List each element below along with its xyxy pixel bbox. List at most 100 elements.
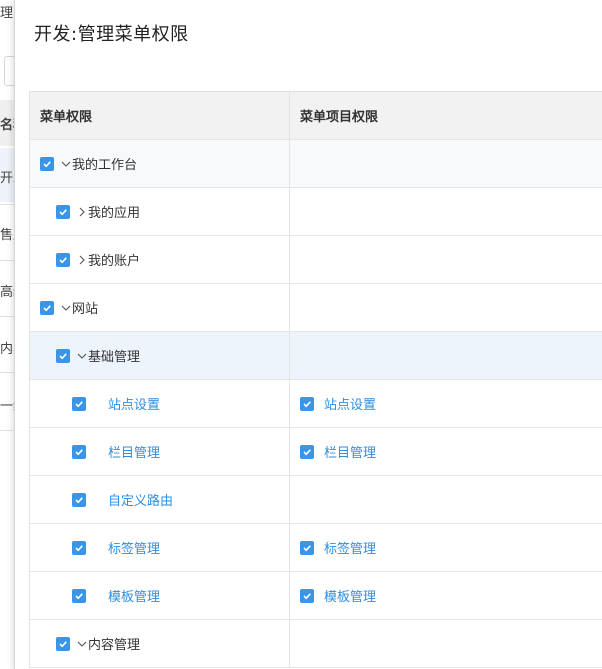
- check-icon: [59, 208, 67, 215]
- menu-checkbox[interactable]: [56, 348, 70, 363]
- check-icon: [43, 304, 51, 311]
- menu-checkbox[interactable]: [56, 252, 70, 267]
- header-menu-item-permission: 菜单项目权限: [300, 110, 379, 125]
- menu-item-cell: 站点设置: [290, 380, 602, 427]
- check-icon: [303, 544, 311, 551]
- background-text: 一级: [0, 399, 14, 414]
- chevron-right-icon[interactable]: [76, 254, 88, 266]
- check-icon: [303, 592, 311, 599]
- menu-checkbox[interactable]: [56, 636, 70, 651]
- check-icon: [303, 400, 311, 407]
- permission-table: 菜单权限 菜单项目权限 我的工作台 我的应用 我的账户 网站 基础管理 站点设置…: [29, 91, 602, 668]
- chevron-down-icon[interactable]: [60, 302, 72, 314]
- background-text: 名称: [0, 118, 14, 133]
- table-header-row: 菜单权限 菜单项目权限: [30, 92, 602, 140]
- menu-cell: 自定义路由: [30, 476, 290, 523]
- item-label: 标签管理: [324, 542, 377, 557]
- table-row: 标签管理 标签管理: [30, 524, 602, 572]
- check-icon: [75, 448, 83, 455]
- item-label: 模板管理: [324, 590, 377, 605]
- menu-label: 内容管理: [88, 638, 141, 653]
- menu-checkbox[interactable]: [72, 588, 86, 603]
- menu-cell: 模板管理: [30, 572, 290, 619]
- menu-item-cell: [290, 620, 602, 667]
- menu-cell: 标签管理: [30, 524, 290, 571]
- menu-item-cell: [290, 188, 602, 235]
- background-text: 内容: [0, 342, 14, 357]
- menu-cell: 站点设置: [30, 380, 290, 427]
- menu-cell: 网站: [30, 284, 290, 331]
- background-text: 售后: [0, 228, 14, 243]
- background-text: 开发: [0, 171, 14, 186]
- check-icon: [43, 160, 51, 167]
- menu-cell: 我的工作台: [30, 140, 290, 187]
- header-menu-permission: 菜单权限: [30, 92, 290, 139]
- background-divider: [0, 204, 14, 205]
- table-row: 我的账户: [30, 236, 602, 284]
- table-row: 我的工作台: [30, 140, 602, 188]
- table-row: 内容管理: [30, 620, 602, 668]
- check-icon: [59, 256, 67, 263]
- check-icon: [75, 496, 83, 503]
- dialog-title: 开发:管理菜单权限: [34, 24, 189, 45]
- menu-checkbox[interactable]: [72, 492, 86, 507]
- menu-label[interactable]: 站点设置: [108, 394, 160, 413]
- item-label: 栏目管理: [324, 446, 377, 461]
- table-row: 栏目管理 栏目管理: [30, 428, 602, 476]
- menu-cell: 栏目管理: [30, 428, 290, 475]
- menu-checkbox[interactable]: [56, 204, 70, 219]
- menu-checkbox[interactable]: [72, 540, 86, 555]
- menu-item-cell: 栏目管理: [290, 428, 602, 475]
- background-divider: [0, 372, 14, 373]
- check-icon: [59, 352, 67, 359]
- menu-item-cell: [290, 140, 602, 187]
- table-row: 我的应用: [30, 188, 602, 236]
- menu-label[interactable]: 标签管理: [108, 538, 160, 557]
- menu-label[interactable]: 模板管理: [108, 586, 160, 605]
- check-icon: [75, 592, 83, 599]
- menu-item-cell: [290, 476, 602, 523]
- menu-label: 网站: [72, 302, 99, 317]
- table-row: 模板管理 模板管理: [30, 572, 602, 620]
- item-checkbox[interactable]: [300, 588, 314, 603]
- background-search-box: [4, 56, 14, 86]
- chevron-down-icon[interactable]: [60, 158, 72, 170]
- menu-label[interactable]: 自定义路由: [108, 490, 173, 509]
- check-icon: [75, 400, 83, 407]
- table-row: 网站: [30, 284, 602, 332]
- background-divider: [0, 430, 14, 431]
- menu-label: 我的应用: [88, 206, 141, 221]
- background-divider: [0, 260, 14, 261]
- table-row: 站点设置 站点设置: [30, 380, 602, 428]
- background-divider: [0, 316, 14, 317]
- chevron-right-icon[interactable]: [76, 206, 88, 218]
- menu-checkbox[interactable]: [72, 396, 86, 411]
- check-icon: [59, 640, 67, 647]
- background-text: 高级: [0, 285, 14, 300]
- item-checkbox[interactable]: [300, 540, 314, 555]
- menu-checkbox[interactable]: [72, 444, 86, 459]
- menu-item-cell: [290, 284, 602, 331]
- menu-checkbox[interactable]: [40, 156, 54, 171]
- menu-label: 基础管理: [88, 350, 141, 365]
- chevron-down-icon[interactable]: [76, 638, 88, 650]
- menu-permission-dialog: 开发:管理菜单权限 菜单权限 菜单项目权限 我的工作台 我的应用 我的账户 网站…: [14, 0, 602, 669]
- background-text: 理: [0, 6, 14, 21]
- menu-item-cell: [290, 332, 602, 379]
- item-checkbox[interactable]: [300, 444, 314, 459]
- menu-label[interactable]: 栏目管理: [108, 442, 160, 461]
- menu-cell: 我的账户: [30, 236, 290, 283]
- menu-checkbox[interactable]: [40, 300, 54, 315]
- menu-item-cell: 标签管理: [290, 524, 602, 571]
- item-checkbox[interactable]: [300, 396, 314, 411]
- table-row: 自定义路由: [30, 476, 602, 524]
- table-row: 基础管理: [30, 332, 602, 380]
- menu-cell: 我的应用: [30, 188, 290, 235]
- chevron-down-icon[interactable]: [76, 350, 88, 362]
- menu-cell: 基础管理: [30, 332, 290, 379]
- menu-item-cell: [290, 236, 602, 283]
- menu-label: 我的工作台: [72, 158, 138, 173]
- background-page: 理 名称 开发 售后 高级 内容 一级: [0, 0, 14, 669]
- check-icon: [303, 448, 311, 455]
- menu-cell: 内容管理: [30, 620, 290, 667]
